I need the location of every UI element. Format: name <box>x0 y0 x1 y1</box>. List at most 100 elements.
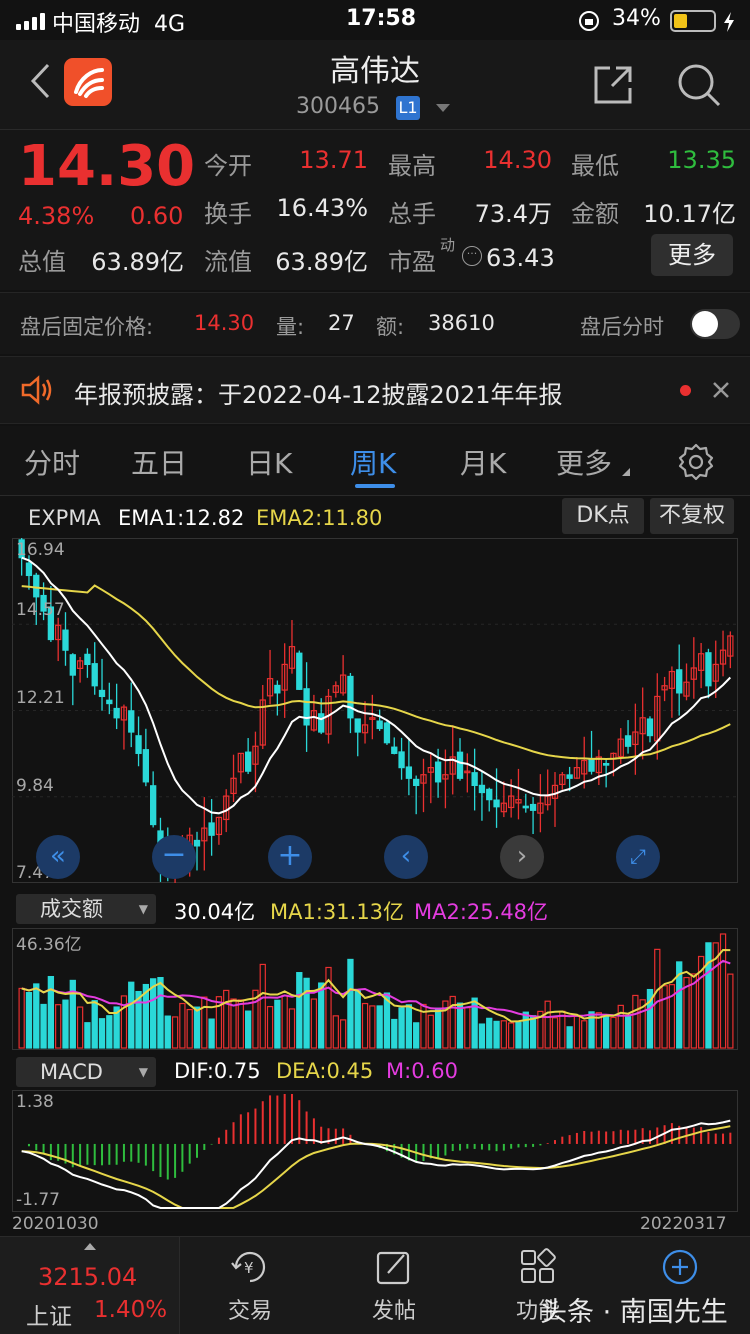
volume-bar <box>55 1004 62 1049</box>
candle-body <box>274 684 281 694</box>
settings-gear-icon[interactable] <box>676 442 716 482</box>
amount-value: 10.17亿 <box>643 200 736 228</box>
candle-body <box>303 688 310 726</box>
kline-chart-area[interactable]: EXPMA EMA1:12.82 EMA2:11.80 DK点 不复权 16.9… <box>0 496 750 1236</box>
candle-body <box>150 785 157 826</box>
volume-bar <box>40 1003 47 1049</box>
unread-dot <box>680 385 691 396</box>
tab-monthly-k[interactable]: 月K <box>460 442 506 482</box>
more-button[interactable]: 更多 <box>651 234 733 276</box>
turnover-label: 换手 <box>204 200 252 228</box>
market-cap-value: 63.89亿 <box>91 248 184 276</box>
candle-body <box>486 788 493 801</box>
volume-plot[interactable] <box>12 928 738 1050</box>
candle-body <box>347 675 354 719</box>
fullscreen-icon[interactable]: ⤢ <box>616 835 660 879</box>
zoom-out-icon[interactable]: − <box>152 835 196 879</box>
volume-bar <box>98 1018 106 1049</box>
volume-bar <box>237 999 244 1049</box>
stock-header: 高伟达 300465 L1 <box>0 40 750 130</box>
search-icon[interactable] <box>676 62 722 108</box>
volume-bar <box>76 1006 84 1049</box>
nav-post-label: 发帖 <box>371 1299 416 1324</box>
volume-bar <box>551 1017 559 1049</box>
volume-bar <box>508 1022 515 1049</box>
volume-bar <box>106 1015 113 1049</box>
chevron-down-icon: ▼ <box>138 1065 148 1079</box>
volume-bar <box>464 1007 471 1049</box>
scroll-left-icon[interactable]: ‹ <box>384 835 428 879</box>
more-dots-icon[interactable]: ··· <box>462 246 482 266</box>
tab-daily-k[interactable]: 日K <box>246 442 292 482</box>
after-hours-toggle[interactable] <box>690 309 740 339</box>
volume-bar <box>602 1015 610 1049</box>
svg-text:¥: ¥ <box>244 1259 254 1277</box>
volume-bar <box>515 1021 522 1049</box>
function-icon <box>521 1248 556 1283</box>
chevron-down-icon[interactable] <box>436 104 450 112</box>
price-adjust-button[interactable]: 不复权 <box>650 498 734 534</box>
volume-indicator-select[interactable]: 成交额 ▼ <box>16 894 156 924</box>
notice-bar[interactable]: 年报预披露：于2022-04-12披露2021年年报 <box>0 356 750 424</box>
volume-bar <box>223 989 230 1049</box>
macd-plot[interactable] <box>12 1090 738 1212</box>
nav-trade-label: 交易 <box>227 1299 272 1324</box>
candle-body <box>522 805 529 809</box>
volume-bar <box>661 985 668 1049</box>
status-bar: 中国移动 4G 17:58 34% <box>0 0 750 40</box>
volume-bar <box>296 972 303 1049</box>
index-value: 3215.04 <box>38 1263 138 1291</box>
macd-m: M:0.60 <box>386 1059 458 1083</box>
candle-body <box>383 722 391 744</box>
candle-body <box>398 751 405 769</box>
candle-body <box>624 735 632 747</box>
stock-code: 300465 <box>296 94 380 119</box>
level-badge[interactable]: L1 <box>396 96 420 120</box>
volume-bar <box>391 1018 398 1049</box>
dk-point-button[interactable]: DK点 <box>562 498 644 534</box>
open-label: 今开 <box>204 152 252 180</box>
volume-bar <box>186 1008 193 1049</box>
indicator-name[interactable]: EXPMA <box>28 506 101 530</box>
volume-bar <box>354 990 361 1049</box>
tab-more[interactable]: 更多 <box>556 442 612 482</box>
volume-bar <box>91 1000 98 1049</box>
volume-bar <box>318 982 325 1049</box>
macd-bottom-tick: -1.77 <box>16 1190 60 1210</box>
amount-label: 金额 <box>571 200 619 228</box>
tab-weekly-k[interactable]: 周K <box>350 442 396 482</box>
index-ticker[interactable]: 3215.04 上证 1.40% <box>0 1237 180 1334</box>
macd-dea: DEA:0.45 <box>276 1059 374 1083</box>
scroll-right-icon[interactable]: › <box>500 835 544 879</box>
candle-body <box>456 751 464 779</box>
candle-body <box>413 778 420 787</box>
macd-select-label: MACD <box>40 1060 103 1084</box>
open-value: 13.71 <box>299 146 368 174</box>
nav-trade[interactable]: ¥ 交易 <box>190 1247 310 1325</box>
zoom-in-icon[interactable]: + <box>268 835 312 879</box>
volume-bar <box>405 1004 413 1049</box>
scroll-to-start-icon[interactable]: « <box>36 835 80 879</box>
candle-body <box>354 718 361 733</box>
volume-bar <box>398 1007 405 1049</box>
tab-intraday[interactable]: 分时 <box>24 442 80 482</box>
tab-five-day[interactable]: 五日 <box>131 442 187 482</box>
volume-bar <box>361 1002 369 1049</box>
nav-add[interactable] <box>620 1247 740 1293</box>
volume-bar <box>208 1018 215 1049</box>
close-icon[interactable] <box>712 381 730 399</box>
volume-bar <box>632 994 639 1049</box>
ema2-label: EMA2:11.80 <box>256 506 383 530</box>
volume-bar <box>18 987 25 1049</box>
volume-bar <box>47 975 55 1049</box>
price-plot[interactable] <box>12 538 738 883</box>
volume-ma2: MA2:25.48亿 <box>414 900 549 924</box>
rotation-lock-icon <box>579 11 599 31</box>
watermark: 头条 · 南国先生 <box>540 1297 728 1328</box>
volume-bar <box>369 1005 376 1049</box>
volume-bar <box>266 1005 274 1049</box>
macd-indicator-select[interactable]: MACD ▼ <box>16 1057 156 1087</box>
nav-post[interactable]: 发帖 <box>334 1247 454 1325</box>
volume-bar <box>288 1008 296 1049</box>
share-icon[interactable] <box>592 64 634 106</box>
